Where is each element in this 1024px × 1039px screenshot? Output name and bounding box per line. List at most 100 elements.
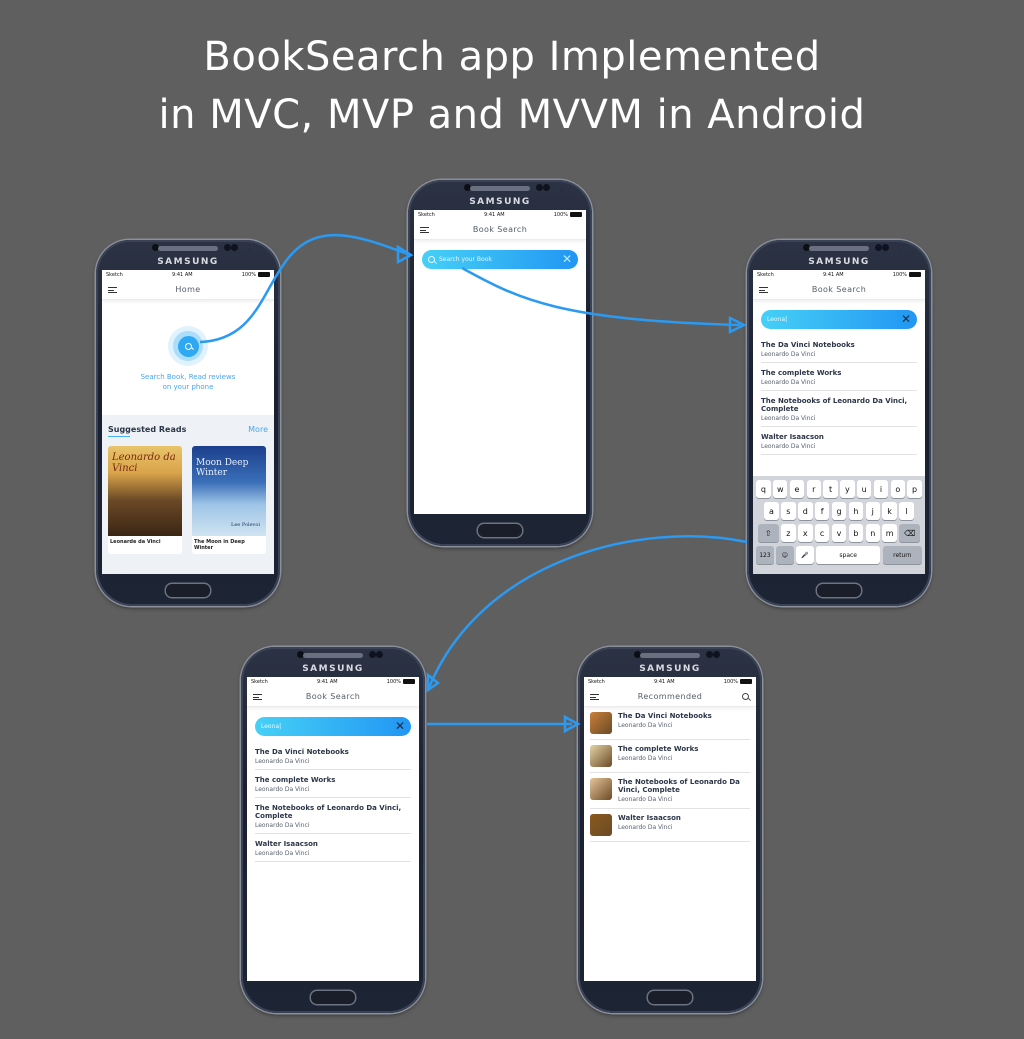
- key-u[interactable]: u: [856, 480, 872, 498]
- book-card[interactable]: Moon Deep Winter Lee Polevoi The Moon in …: [192, 446, 266, 554]
- search-icon: [428, 256, 435, 263]
- result-title: The Da Vinci Notebooks: [761, 341, 855, 349]
- mic-key[interactable]: 🎤: [796, 546, 814, 564]
- result-author: Leonardo Da Vinci: [255, 822, 310, 829]
- search-query[interactable]: Leona: [261, 723, 405, 730]
- nav-title: Book Search: [305, 692, 361, 701]
- key-n[interactable]: n: [865, 524, 880, 542]
- menu-icon[interactable]: [108, 287, 117, 293]
- key-y[interactable]: y: [840, 480, 855, 498]
- list-item[interactable]: The complete Works Leonardo Da Vinci: [255, 770, 411, 798]
- keyboard-row-2: asdfghjkl: [755, 502, 923, 520]
- search-icon: [184, 342, 192, 350]
- key-p[interactable]: p: [907, 480, 922, 498]
- menu-icon[interactable]: [253, 694, 262, 700]
- key-b[interactable]: b: [848, 524, 864, 542]
- page-title: BookSearch app Implemented in MVC, MVP a…: [0, 28, 1024, 144]
- key-d[interactable]: d: [798, 502, 813, 520]
- sensor-dot: [393, 655, 397, 659]
- search-input[interactable]: Leona ✕: [761, 310, 917, 329]
- menu-icon[interactable]: [420, 227, 429, 233]
- emoji-key[interactable]: ☺: [776, 546, 794, 564]
- key-a[interactable]: a: [764, 502, 779, 520]
- key-h[interactable]: h: [848, 502, 864, 520]
- key-j[interactable]: j: [865, 502, 880, 520]
- return-key[interactable]: return: [882, 546, 922, 564]
- key-s[interactable]: s: [781, 502, 796, 520]
- key-x[interactable]: x: [798, 524, 813, 542]
- book-thumbnail: [590, 778, 612, 800]
- key-c[interactable]: c: [814, 524, 830, 542]
- book-thumbnail: [590, 745, 612, 767]
- key-m[interactable]: m: [882, 524, 897, 542]
- clock: 9:41 AM: [317, 679, 338, 685]
- key-t[interactable]: t: [823, 480, 838, 498]
- list-item[interactable]: The Notebooks of Leonardo Da Vinci, Comp…: [590, 773, 750, 809]
- item-author: Leonardo Da Vinci: [618, 755, 673, 762]
- key-r[interactable]: r: [806, 480, 822, 498]
- menu-icon[interactable]: [759, 287, 768, 293]
- search-placeholder: Search your Book: [439, 256, 492, 263]
- search-query[interactable]: Leona: [767, 316, 911, 323]
- suggested-reads-title: Suggested Reads: [108, 425, 187, 437]
- list-item[interactable]: The complete Works Leonardo Da Vinci: [590, 740, 750, 773]
- item-title: The Da Vinci Notebooks: [618, 712, 712, 720]
- list-item[interactable]: The Da Vinci Notebooks Leonardo Da Vinci: [761, 335, 917, 363]
- speaker-grille: [809, 246, 869, 251]
- close-icon[interactable]: ✕: [562, 253, 572, 265]
- phone-recommended: SAMSUNG Sketch 9:41 AM 100% Recommended …: [578, 647, 762, 1013]
- key-e[interactable]: e: [789, 480, 805, 498]
- sensor: [706, 651, 713, 658]
- book-thumbnail: [590, 712, 612, 734]
- delete-key[interactable]: ⌫: [899, 524, 921, 542]
- numbers-key[interactable]: 123: [756, 546, 774, 564]
- list-item[interactable]: The Da Vinci Notebooks Leonardo Da Vinci: [590, 707, 750, 740]
- menu-icon[interactable]: [590, 694, 599, 700]
- item-author: Leonardo Da Vinci: [618, 824, 673, 831]
- list-item[interactable]: The Da Vinci Notebooks Leonardo Da Vinci: [255, 742, 411, 770]
- key-f[interactable]: f: [814, 502, 830, 520]
- app-bar: Home: [102, 280, 274, 300]
- battery: 100%: [893, 272, 921, 278]
- clock: 9:41 AM: [172, 272, 193, 278]
- close-icon[interactable]: ✕: [395, 720, 405, 732]
- recommended-list: The Da Vinci Notebooks Leonardo Da Vinci …: [584, 707, 756, 842]
- result-title: The complete Works: [255, 776, 336, 784]
- list-item[interactable]: The complete Works Leonardo Da Vinci: [761, 363, 917, 391]
- more-link[interactable]: More: [248, 425, 268, 434]
- key-o[interactable]: o: [890, 480, 905, 498]
- list-item[interactable]: Walter Isaacson Leonardo Da Vinci: [761, 427, 917, 455]
- list-item[interactable]: Walter Isaacson Leonardo Da Vinci: [255, 834, 411, 862]
- result-author: Leonardo Da Vinci: [761, 379, 816, 386]
- shift-key[interactable]: ⇧: [757, 524, 779, 542]
- battery-percent: 100%: [386, 679, 401, 685]
- home-button: [648, 991, 692, 1004]
- book-card[interactable]: Leonardo da Vinci Leonarde da Vinci: [108, 446, 182, 554]
- status-bar: Sketch 9:41 AM 100%: [247, 677, 419, 687]
- search-icon[interactable]: [742, 693, 749, 700]
- book-thumbnail: [590, 814, 612, 836]
- list-item[interactable]: The Notebooks of Leonardo Da Vinci, Comp…: [255, 798, 411, 834]
- search-input[interactable]: Search your Book ✕: [422, 250, 578, 269]
- carrier: Sketch: [757, 272, 774, 278]
- list-item[interactable]: Walter Isaacson Leonardo Da Vinci: [590, 809, 750, 842]
- key-i[interactable]: i: [873, 480, 889, 498]
- search-fab[interactable]: [168, 326, 208, 366]
- cover-text: Moon Deep Winter: [196, 458, 249, 478]
- key-k[interactable]: k: [882, 502, 897, 520]
- key-v[interactable]: v: [831, 524, 847, 542]
- cover-text: Leonardo da Vinci: [112, 452, 176, 474]
- app-bar: Book Search: [753, 280, 925, 300]
- close-icon[interactable]: ✕: [901, 313, 911, 325]
- key-g[interactable]: g: [831, 502, 847, 520]
- key-w[interactable]: w: [773, 480, 788, 498]
- list-item[interactable]: The Notebooks of Leonardo Da Vinci, Comp…: [761, 391, 917, 427]
- key-l[interactable]: l: [899, 502, 914, 520]
- key-z[interactable]: z: [781, 524, 796, 542]
- arrowhead-2: [728, 315, 747, 335]
- search-input[interactable]: Leona ✕: [255, 717, 411, 736]
- key-q[interactable]: q: [756, 480, 771, 498]
- book-cover: Leonardo da Vinci: [108, 446, 182, 536]
- space-key[interactable]: space: [816, 546, 881, 564]
- home-button: [166, 584, 210, 597]
